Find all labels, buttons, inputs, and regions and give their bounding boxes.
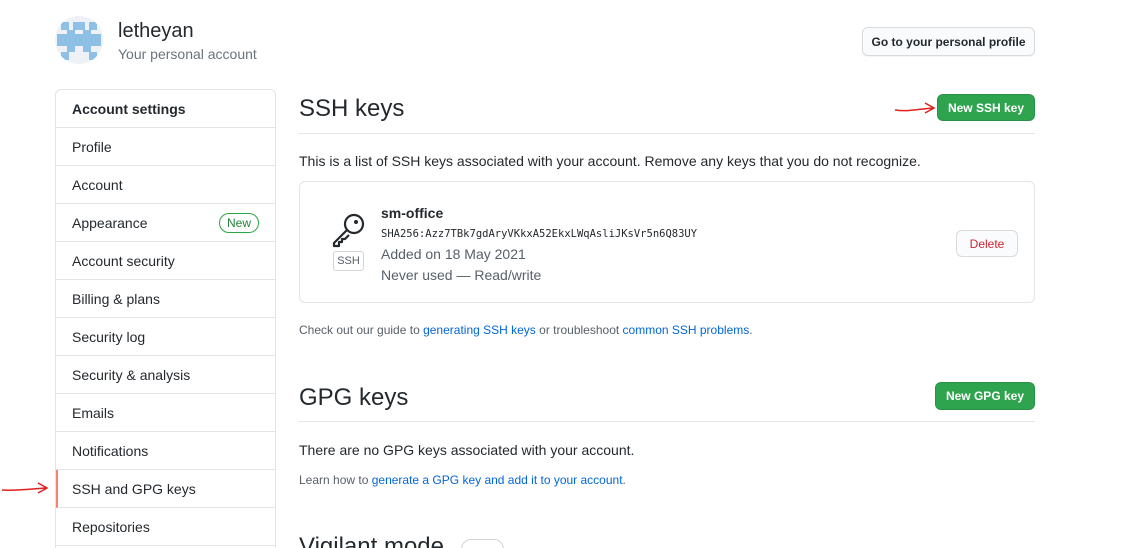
- ssh-key-name: sm-office: [381, 205, 444, 221]
- sidebar-item-ssh-gpg-keys[interactable]: SSH and GPG keys: [56, 470, 275, 508]
- sidebar-item-label: Account security: [72, 252, 175, 269]
- delete-ssh-key-button[interactable]: Delete: [956, 230, 1018, 257]
- generate-gpg-key-link[interactable]: generate a GPG key and add it to your ac…: [372, 473, 623, 487]
- sidebar-item-label: Profile: [72, 138, 112, 155]
- sidebar-item-account[interactable]: Account: [56, 166, 275, 204]
- gpg-learn-text: Learn how to generate a GPG key and add …: [299, 473, 626, 487]
- sidebar-item-label: Repositories: [72, 518, 150, 535]
- sidebar-item-profile[interactable]: Profile: [56, 128, 275, 166]
- sidebar-item-label: Security log: [72, 328, 146, 345]
- sidebar-item-label: Appearance: [72, 214, 148, 231]
- sidebar-item-label: Account: [72, 176, 123, 193]
- new-ssh-key-button[interactable]: New SSH key: [937, 94, 1035, 121]
- settings-sidebar: Account settings Profile Account Appeara…: [55, 89, 276, 548]
- annotation-arrow-icon: [894, 102, 936, 114]
- new-gpg-key-button[interactable]: New GPG key: [935, 382, 1035, 410]
- sidebar-item-appearance[interactable]: Appearance New: [56, 204, 275, 242]
- account-subtitle: Your personal account: [118, 46, 257, 62]
- new-badge: New: [218, 213, 259, 233]
- sidebar-item-billing[interactable]: Billing & plans: [56, 280, 275, 318]
- ssh-type-label: SSH: [333, 251, 364, 271]
- account-username[interactable]: letheyan: [118, 20, 194, 43]
- sidebar-item-label: Emails: [72, 404, 115, 421]
- ssh-description: This is a list of SSH keys associated wi…: [299, 153, 921, 169]
- annotation-arrow-icon: [1, 482, 49, 494]
- gpg-keys-title: GPG keys: [299, 384, 409, 411]
- sidebar-item-notifications[interactable]: Notifications: [56, 432, 275, 470]
- go-to-profile-button[interactable]: Go to your personal profile: [862, 27, 1035, 56]
- sidebar-item-repositories[interactable]: Repositories: [56, 508, 275, 546]
- key-icon: [332, 213, 365, 248]
- sidebar-item-label: Notifications: [72, 442, 149, 459]
- generating-ssh-keys-link[interactable]: generating SSH keys: [423, 323, 536, 337]
- sidebar-title: Account settings: [56, 90, 275, 128]
- ssh-key-fingerprint: SHA256:Azz7TBk7gdAryVKkxA52EkxLWqAsliJKs…: [381, 228, 698, 240]
- ssh-guide-text: Check out our guide to generating SSH ke…: [299, 323, 753, 337]
- sidebar-item-label: Security & analysis: [72, 366, 191, 383]
- gpg-learn-suffix: .: [622, 473, 626, 487]
- ssh-keys-title: SSH keys: [299, 95, 405, 122]
- ssh-guide-suffix: .: [749, 323, 753, 337]
- beta-badge: [461, 539, 504, 548]
- sidebar-item-emails[interactable]: Emails: [56, 394, 275, 432]
- common-ssh-problems-link[interactable]: common SSH problems: [623, 323, 750, 337]
- divider: [299, 421, 1035, 422]
- ssh-guide-prefix: Check out our guide to: [299, 323, 424, 337]
- ssh-key-item: [299, 181, 1035, 303]
- ssh-guide-middle: or troubleshoot: [535, 323, 623, 337]
- vigilant-mode-title: Vigilant mode: [299, 533, 444, 548]
- sidebar-item-label: Billing & plans: [72, 290, 160, 307]
- sidebar-item-account-security[interactable]: Account security: [56, 242, 275, 280]
- ssh-key-usage: Never used — Read/write: [381, 267, 542, 283]
- sidebar-item-security-analysis[interactable]: Security & analysis: [56, 356, 275, 394]
- divider: [299, 133, 1035, 134]
- avatar[interactable]: [55, 16, 103, 64]
- sidebar-item-label: SSH and GPG keys: [72, 480, 196, 497]
- gpg-learn-prefix: Learn how to: [299, 473, 372, 487]
- sidebar-item-security-log[interactable]: Security log: [56, 318, 275, 356]
- gpg-empty-text: There are no GPG keys associated with yo…: [299, 442, 635, 458]
- ssh-key-added-date: Added on 18 May 2021: [381, 246, 526, 262]
